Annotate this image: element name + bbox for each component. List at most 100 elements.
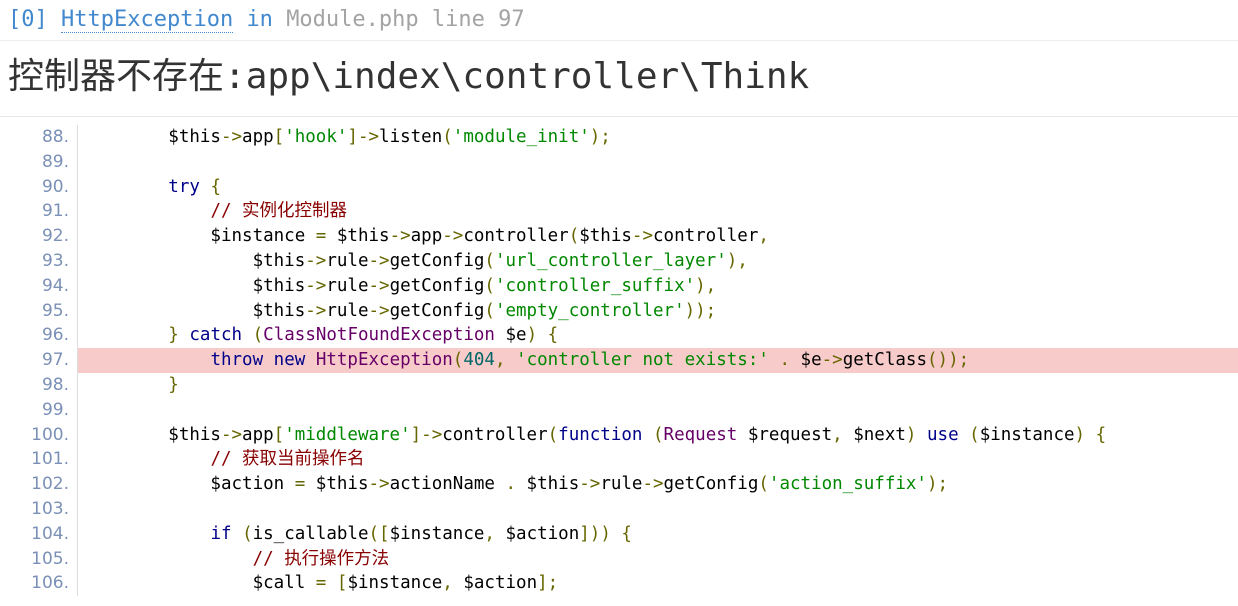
- line-gutter: 95.: [0, 298, 78, 324]
- code-token-pln: app: [410, 226, 443, 247]
- code-token-pun: ->: [642, 474, 664, 495]
- message-label: 控制器不存在: [8, 56, 225, 97]
- exception-line: 97: [498, 7, 525, 32]
- line-code: }: [78, 373, 1238, 398]
- line-number: 94.: [41, 275, 69, 296]
- code-token-com: //: [252, 548, 285, 569]
- line-gutter: 100.: [0, 422, 78, 448]
- line-number: 90.: [41, 176, 69, 197]
- code-token-com-cjk: 执行操作方法: [284, 548, 390, 569]
- code-line-highlighted: 97. throw new HttpException(404, 'contro…: [0, 348, 1238, 373]
- code-token-pln: getConfig: [389, 275, 485, 296]
- line-number: 106.: [31, 573, 69, 594]
- line-code: // 获取当前操作名: [78, 447, 1238, 472]
- code-token-pln: listen: [379, 127, 443, 147]
- line-code: $this->rule->getConfig('empty_controller…: [78, 299, 1238, 324]
- exception-class-link[interactable]: HttpException: [61, 7, 234, 33]
- code-token-pun: (: [452, 350, 464, 371]
- code-token-pun: (: [252, 325, 264, 346]
- source-code-viewer: 88. $this->app['hook']->listen('module_i…: [0, 125, 1238, 605]
- code-token-str: 'middleware': [284, 424, 411, 445]
- code-token-pln: [84, 177, 168, 197]
- code-token-pun: ),: [695, 275, 717, 296]
- code-token-pun: ),: [726, 250, 748, 271]
- code-token-pun: (: [758, 474, 769, 495]
- code-token-pun: ));: [684, 300, 717, 321]
- code-line: 88. $this->app['hook']->listen('module_i…: [0, 125, 1238, 150]
- code-line: 98. }: [0, 372, 1238, 398]
- code-token-pln: [200, 177, 211, 197]
- code-token-str: 'module_init': [452, 127, 590, 147]
- line-code: // 实例化控制器: [78, 199, 1238, 224]
- code-token-pln: $action: [494, 523, 580, 544]
- code-token-pln: [84, 449, 210, 469]
- code-token-pln: rule: [600, 474, 643, 495]
- code-token-pun: );: [926, 474, 949, 495]
- line-code: $call = [$instance, $action];: [78, 571, 1238, 596]
- code-token-str: 'url_controller_layer': [494, 250, 727, 271]
- code-token-pln: $e: [494, 325, 527, 346]
- code-token-pun: ])): [579, 523, 611, 544]
- code-token-pun: (: [484, 250, 495, 271]
- line-number: 105.: [31, 548, 69, 569]
- code-token-pun: ->: [305, 300, 327, 321]
- exception-index: [0]: [8, 7, 48, 32]
- code-token-pun: ());: [927, 350, 970, 371]
- code-token-pun: ): [526, 325, 538, 346]
- code-token-pun: .: [779, 350, 791, 371]
- code-token-pln: [506, 350, 517, 370]
- code-token-pun: );: [589, 127, 611, 147]
- line-code: if (is_callable([$instance, $action])) {: [78, 522, 1238, 547]
- line-gutter: 93.: [0, 248, 78, 274]
- line-gutter: 104.: [0, 521, 78, 547]
- code-token-pln: [232, 524, 243, 544]
- line-code: $this->rule->getConfig('controller_suffi…: [78, 274, 1238, 299]
- code-token-pun: ): [905, 424, 917, 445]
- code-token-pln: $this: [84, 424, 221, 445]
- code-token-pln: $instance: [347, 573, 443, 594]
- code-token-pun: {: [210, 176, 221, 197]
- line-gutter: 99.: [0, 397, 78, 423]
- code-token-pun: ];: [537, 573, 559, 594]
- code-token-str: 'empty_controller': [494, 300, 685, 321]
- code-line: 104. if (is_callable([$instance, $action…: [0, 521, 1238, 547]
- line-number: 92.: [41, 226, 69, 247]
- line-code: } catch (ClassNotFoundException $e) {: [78, 323, 1238, 348]
- code-token-pln: $request: [737, 424, 833, 445]
- line-gutter: 94.: [0, 273, 78, 299]
- code-token-pun: }: [168, 374, 179, 395]
- code-token-pln: $instance: [84, 226, 316, 247]
- code-token-pln: [769, 350, 780, 370]
- code-token-pun: {: [547, 325, 559, 346]
- code-token-pln: [959, 425, 970, 445]
- line-code: $instance = $this->app->controller($this…: [78, 224, 1238, 249]
- code-token-pln: rule: [326, 300, 369, 321]
- code-token-pun: ->: [368, 474, 390, 495]
- line-number: 101.: [31, 449, 69, 470]
- code-token-kwd: throw: [210, 350, 264, 371]
- line-gutter: 105.: [0, 546, 78, 572]
- code-token-kwd: try: [168, 176, 200, 197]
- code-line: 95. $this->rule->getConfig('empty_contro…: [0, 298, 1238, 324]
- code-token-pln: [84, 524, 210, 544]
- line-number: 100.: [31, 424, 69, 445]
- code-token-pln: controller: [442, 424, 548, 445]
- code-token-str: 'hook': [284, 127, 348, 147]
- code-token-pln: getConfig: [389, 250, 485, 271]
- exception-message: 控制器不存在:app\index\controller\Think: [0, 41, 1238, 117]
- code-token-pln: [84, 201, 210, 221]
- code-line: 91. // 实例化控制器: [0, 199, 1238, 225]
- line-number: 89.: [41, 151, 69, 172]
- code-token-typ: ClassNotFoundException: [263, 325, 495, 346]
- line-code: $action = $this->actionName . $this->rul…: [78, 472, 1238, 497]
- code-token-pln: controller: [463, 226, 569, 247]
- line-number: 95.: [41, 300, 69, 321]
- line-number: 97.: [41, 350, 69, 371]
- code-token-pln: $this: [84, 250, 306, 271]
- code-token-com-cjk: 获取当前操作名: [242, 449, 365, 470]
- code-token-pun: ->: [305, 250, 327, 271]
- line-gutter: 97.: [0, 348, 78, 373]
- code-token-pln: getConfig: [663, 474, 759, 495]
- code-token-kwd: new: [273, 350, 306, 371]
- line-code: $this->app['hook']->listen('module_init'…: [78, 125, 1238, 150]
